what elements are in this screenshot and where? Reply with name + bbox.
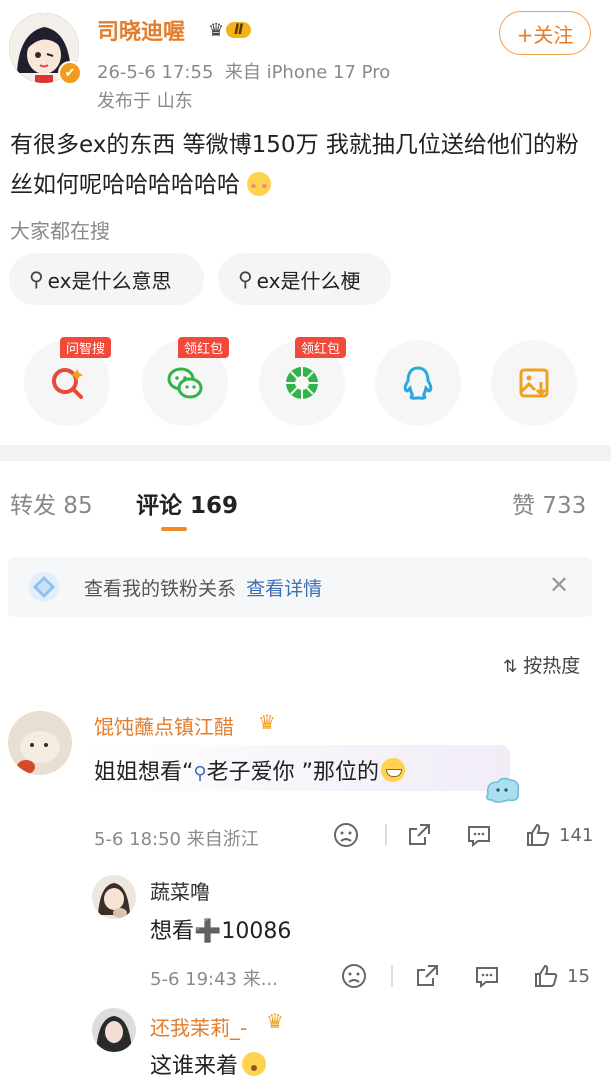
moments-icon (286, 367, 318, 399)
blush-emoji-icon (247, 172, 272, 196)
tab-comments[interactable]: 评论 169 (136, 486, 238, 520)
share-tag-wechat: 领红包 (178, 337, 230, 358)
sort-icon: ⇅ (503, 657, 518, 677)
reply-comment-button[interactable] (474, 963, 500, 989)
share-ai-search-button[interactable]: 问智搜 (24, 337, 112, 426)
comment-meta: 5-6 18:50 来自浙江 (94, 829, 259, 850)
tab-repost[interactable]: 转发 85 (10, 486, 93, 520)
reply-like-button[interactable]: 15 (533, 963, 590, 989)
share-tag-ai: 问智搜 (60, 337, 112, 358)
post-source: 来自 iPhone 17 Pro (224, 62, 391, 83)
reply-avatar[interactable] (92, 875, 136, 919)
sort-toggle[interactable]: ⇅ 按热度 (503, 651, 580, 678)
qq-icon (403, 366, 433, 400)
tab-active-indicator (161, 527, 187, 531)
thumbs-up-icon (527, 823, 550, 846)
reply-avatar-2[interactable] (92, 1008, 136, 1052)
thinking-emoji-icon (242, 1052, 267, 1076)
level-badge: ♛ Ⅱ (208, 18, 252, 42)
post-text: 有很多ex的东西 等微博150万 我就抽几位送给他们的粉丝如何呢哈哈哈哈哈哈 (10, 132, 579, 198)
wechat-icon (167, 367, 203, 399)
reply-dislike-button[interactable] (341, 963, 367, 989)
reply-text: 想看➕10086 (150, 919, 292, 944)
search-chip-1[interactable]: ⚲ ex是什么意思 (9, 253, 204, 305)
share-icon (417, 965, 438, 986)
frown-icon (342, 964, 366, 988)
dislike-button[interactable] (333, 822, 359, 848)
search-icon: ⚲ (193, 763, 207, 784)
share-save-image-button[interactable] (491, 340, 577, 426)
comment-icon (476, 967, 498, 989)
author-name[interactable]: 司晓迪喔 (97, 14, 185, 46)
follow-button[interactable]: +关注 (499, 11, 591, 55)
save-image-icon (519, 368, 549, 398)
share-icon (409, 824, 430, 845)
tab-likes[interactable]: 赞 733 (512, 486, 586, 520)
thumbs-up-icon (535, 964, 558, 987)
frown-icon (334, 823, 358, 847)
reply-like-count: 15 (567, 965, 590, 987)
crown-badge-icon: ♛ (266, 1009, 284, 1033)
crown-icon: ♛ (208, 19, 225, 41)
search-icon: ⚲ (29, 267, 44, 291)
reply-button[interactable] (466, 822, 492, 848)
reply-share-button[interactable] (414, 963, 440, 989)
sticker-icon (482, 774, 522, 804)
action-separator (391, 965, 393, 987)
commenter-name[interactable]: 馄饨蘸点镇江醋 (94, 711, 234, 740)
reply-name-2[interactable]: 还我茉莉_- (150, 1012, 247, 1041)
post-location: 发布于 山东 (97, 91, 193, 112)
post-body: 有很多ex的东西 等微博150万 我就抽几位送给他们的粉丝如何呢哈哈哈哈哈哈 (10, 125, 600, 205)
reply-name[interactable]: 蔬菜噜 (150, 876, 210, 905)
fan-relation-banner[interactable]: 查看我的铁粉关系 查看详情 ✕ (8, 557, 592, 617)
ai-search-icon (52, 368, 83, 399)
section-divider (0, 445, 611, 461)
like-button[interactable]: 141 (525, 822, 593, 848)
share-comment-button[interactable] (406, 822, 432, 848)
close-icon[interactable]: ✕ (549, 571, 569, 599)
like-count: 141 (559, 824, 594, 846)
search-icon: ⚲ (238, 267, 253, 291)
fan-relation-text: 查看我的铁粉关系 查看详情 (84, 578, 323, 600)
post-time: 26-5-6 17:55 来自 iPhone 17 Pro (97, 62, 391, 83)
share-tag-moments: 领红包 (295, 337, 347, 358)
share-wechat-button[interactable]: 领红包 (142, 337, 230, 426)
comment-text: 姐姐想看“⚲老子爱你 ”那位的 (94, 754, 406, 786)
reply-text-2: 这谁来着 (150, 1048, 267, 1080)
share-moments-button[interactable]: 领红包 (259, 337, 347, 426)
comment-search-link[interactable]: 老子爱你 (207, 760, 295, 785)
search-chip-2[interactable]: ⚲ ex是什么梗 (218, 253, 391, 305)
share-qq-button[interactable] (375, 340, 461, 426)
grin-emoji-icon (381, 758, 406, 782)
reply-meta: 5-6 19:43 来... (150, 969, 278, 990)
view-details-link[interactable]: 查看详情 (246, 578, 322, 600)
trending-search-label: 大家都在搜 (10, 219, 110, 243)
diamond-icon (28, 571, 60, 603)
action-separator (385, 824, 387, 846)
commenter-avatar[interactable] (8, 711, 72, 775)
comment-icon (468, 826, 490, 848)
verified-badge-icon: ✔ (58, 61, 82, 85)
crown-badge-icon: ♛ (258, 710, 276, 734)
